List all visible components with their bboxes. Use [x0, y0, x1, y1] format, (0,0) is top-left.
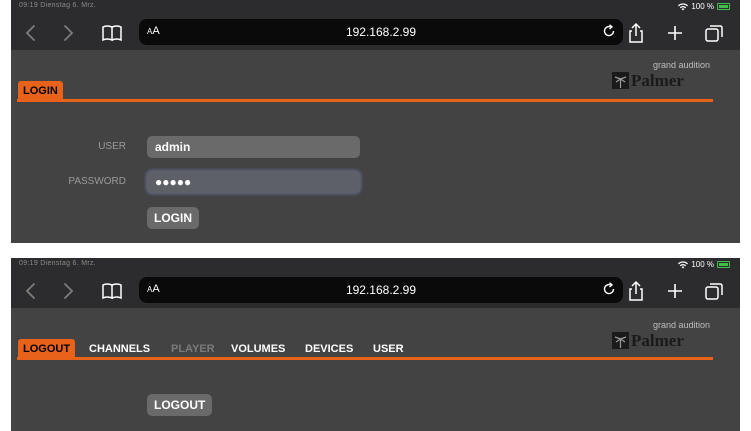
forward-icon[interactable] [57, 22, 79, 44]
battery-percent: 100 % [691, 260, 714, 269]
logo-tagline: grand audition [652, 320, 710, 330]
share-icon[interactable] [625, 22, 647, 44]
main-screenshot: 09:19 Dienstag 6. Mrz. 100 % AA 192.168.… [11, 258, 740, 431]
header-divider [17, 99, 713, 102]
app-header: grand audition Palmer LOGIN [11, 50, 740, 102]
back-icon[interactable] [20, 280, 42, 302]
palmer-logo: grand audition Palmer [612, 60, 712, 94]
share-icon[interactable] [625, 280, 647, 302]
logout-button[interactable]: LOGOUT [147, 394, 213, 416]
address-bar[interactable]: AA 192.168.2.99 [139, 19, 623, 45]
wifi-icon [678, 2, 689, 10]
reload-icon[interactable] [601, 23, 617, 39]
palmer-logo: grand audition Palmer [612, 320, 712, 354]
status-bar: 09:19 Dienstag 6. Mrz. 100 % [11, 0, 740, 16]
status-time: 09:19 Dienstag 6. Mrz. [19, 260, 97, 267]
logo-name: Palmer [631, 331, 684, 350]
tabs-icon[interactable] [703, 280, 725, 302]
nav-volumes[interactable]: VOLUMES [231, 343, 285, 355]
user-input[interactable]: admin [147, 136, 360, 158]
forward-icon[interactable] [57, 280, 79, 302]
back-icon[interactable] [20, 22, 42, 44]
status-time: 09:19 Dienstag 6. Mrz. [19, 2, 97, 9]
battery-percent: 100 % [691, 2, 714, 11]
password-input[interactable]: ●●●●● [147, 171, 360, 193]
battery-icon [717, 261, 730, 268]
logo-name: Palmer [631, 71, 684, 90]
wifi-icon [678, 260, 689, 268]
url-text: 192.168.2.99 [345, 283, 417, 297]
app-header: grand audition Palmer LOGOUT CHANNELS PL… [11, 308, 740, 360]
tab-logout[interactable]: LOGOUT [18, 339, 76, 358]
palm-tree-icon [612, 332, 629, 349]
book-icon[interactable] [101, 22, 123, 44]
url-text: 192.168.2.99 [345, 25, 417, 39]
nav-channels[interactable]: CHANNELS [89, 343, 150, 355]
battery-icon [717, 3, 730, 10]
browser-toolbar: AA 192.168.2.99 [11, 16, 740, 50]
header-divider [17, 357, 713, 360]
plus-icon[interactable] [664, 22, 686, 44]
tab-login[interactable]: LOGIN [18, 81, 63, 100]
password-label: PASSWORD [68, 176, 126, 187]
book-icon[interactable] [101, 280, 123, 302]
status-bar: 09:19 Dienstag 6. Mrz. 100 % [11, 258, 740, 274]
login-button[interactable]: LOGIN [147, 207, 199, 229]
user-label: USER [98, 141, 126, 152]
nav-user[interactable]: USER [373, 343, 404, 355]
palm-tree-icon [612, 72, 629, 89]
address-bar[interactable]: AA 192.168.2.99 [139, 277, 623, 303]
reload-icon[interactable] [601, 281, 617, 297]
nav-player[interactable]: PLAYER [171, 343, 215, 355]
login-screenshot: 09:19 Dienstag 6. Mrz. 100 % AA 192.168.… [11, 0, 740, 243]
logo-tagline: grand audition [652, 60, 710, 70]
plus-icon[interactable] [664, 280, 686, 302]
nav-devices[interactable]: DEVICES [305, 343, 353, 355]
browser-toolbar: AA 192.168.2.99 [11, 274, 740, 308]
tabs-icon[interactable] [703, 22, 725, 44]
